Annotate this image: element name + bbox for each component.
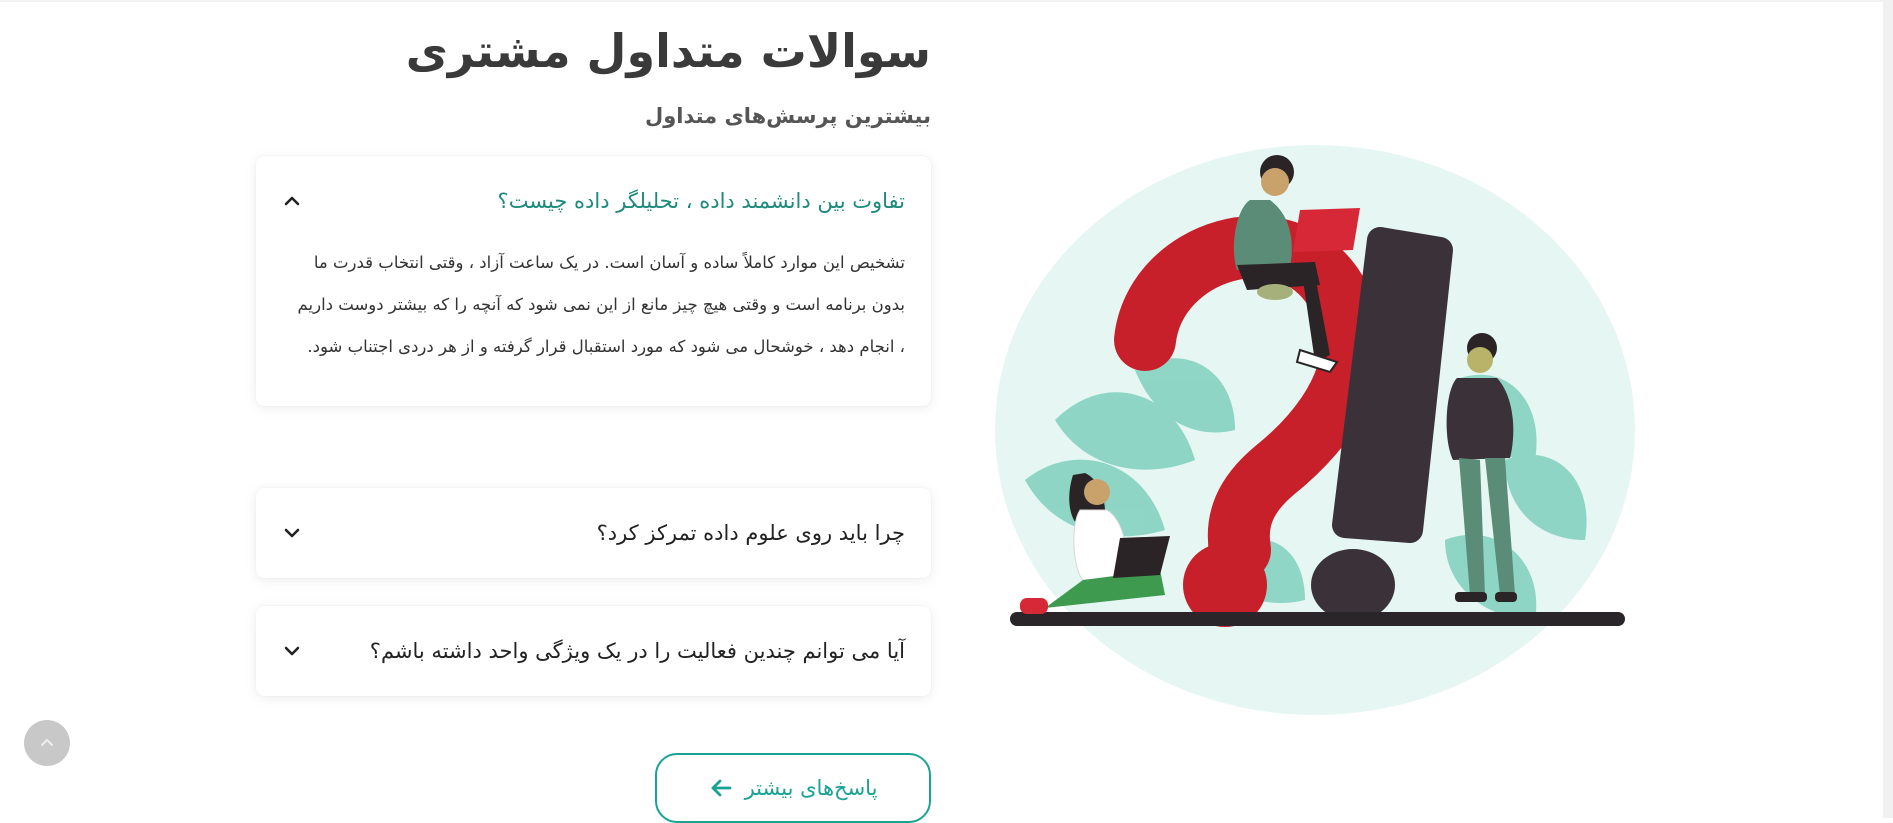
faq-subtitle: بیشترین پرسش‌های متداول xyxy=(644,104,931,128)
chevron-down-icon[interactable] xyxy=(282,641,302,661)
arrow-left-icon xyxy=(711,779,731,797)
dark-exclamation-dot xyxy=(1311,549,1395,621)
page-scrollbar[interactable] xyxy=(1883,0,1893,818)
more-answers-label: پاسخ‌های بیشتر xyxy=(744,776,878,800)
faq-title: سوالات متداول مشتری xyxy=(405,24,931,78)
more-answers-button[interactable]: پاسخ‌های بیشتر xyxy=(655,753,931,823)
faq-question-3: آیا می توانم چندین فعالیت را در یک ویژگی… xyxy=(369,639,905,663)
faq-question-2: چرا باید روی علوم داده تمرکز کرد؟ xyxy=(596,521,905,545)
faq-item-1: تفاوت بین دانشمند داده ، تحلیلگر داده چی… xyxy=(256,156,931,406)
faq-item-3: آیا می توانم چندین فعالیت را در یک ویژگی… xyxy=(256,606,931,696)
faq-answer-1: تشخیص این موارد کاملاً ساده و آسان است. … xyxy=(297,253,905,356)
faq-question-1: تفاوت بین دانشمند داده ، تحلیلگر داده چی… xyxy=(497,189,905,213)
top-border xyxy=(0,0,1893,2)
faq-item-2: چرا باید روی علوم داده تمرکز کرد؟ xyxy=(256,488,931,578)
chevron-down-icon[interactable] xyxy=(282,523,302,543)
chevron-up-icon xyxy=(41,739,53,746)
faq-item-1-header[interactable]: تفاوت بین دانشمند داده ، تحلیلگر داده چی… xyxy=(256,156,931,246)
ground-line xyxy=(1010,612,1625,626)
chevron-up-icon[interactable] xyxy=(282,191,302,211)
faq-item-3-header[interactable]: آیا می توانم چندین فعالیت را در یک ویژگی… xyxy=(256,606,931,696)
back-to-top-button[interactable] xyxy=(24,720,70,766)
faq-item-2-header[interactable]: چرا باید روی علوم داده تمرکز کرد؟ xyxy=(256,488,931,578)
question-mark-illustration xyxy=(995,145,1635,715)
